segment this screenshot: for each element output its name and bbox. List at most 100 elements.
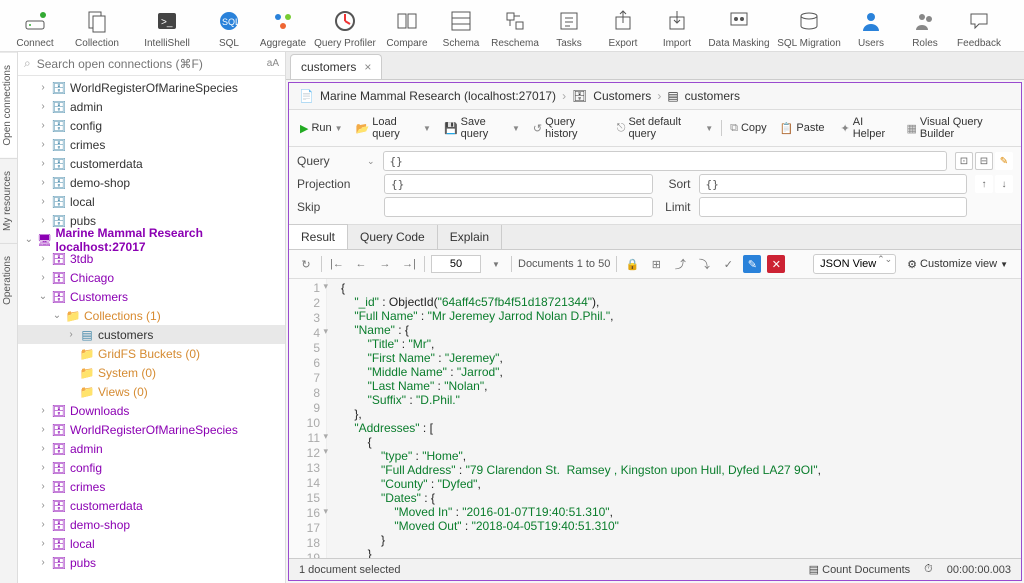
- tree-item[interactable]: ›🗄local: [18, 192, 285, 211]
- chevron-icon[interactable]: ›: [38, 215, 48, 226]
- data-masking-button[interactable]: Data Masking: [704, 6, 774, 49]
- tree-item[interactable]: ›▤customers: [18, 325, 285, 344]
- mark-icon[interactable]: ✓: [719, 255, 737, 273]
- lock-icon[interactable]: 🔒: [623, 255, 641, 273]
- add-doc-icon[interactable]: ⊞: [647, 255, 665, 273]
- chevron-icon[interactable]: ›: [38, 443, 48, 454]
- tree-item[interactable]: ›🗄config: [18, 116, 285, 135]
- chevron-icon[interactable]: ›: [38, 500, 48, 511]
- chevron-icon[interactable]: ›: [66, 329, 76, 340]
- users-button[interactable]: Users: [844, 6, 898, 49]
- result-tab-result[interactable]: Result: [289, 224, 348, 249]
- feedback-button[interactable]: Feedback: [952, 6, 1006, 49]
- tree-item[interactable]: ›🗄crimes: [18, 477, 285, 496]
- chevron-icon[interactable]: ⌄: [52, 310, 62, 321]
- sort-input[interactable]: [699, 174, 968, 194]
- chevron-icon[interactable]: ⌄: [24, 234, 34, 245]
- import-icon[interactable]: ⤵: [695, 255, 713, 273]
- chevron-icon[interactable]: ›: [38, 177, 48, 188]
- chevron-down-icon[interactable]: ⌄: [367, 156, 375, 167]
- chevron-icon[interactable]: ›: [38, 139, 48, 150]
- tree-item[interactable]: ›🗄admin: [18, 439, 285, 458]
- last-page-icon[interactable]: →|: [400, 255, 418, 273]
- bc-db[interactable]: Customers: [593, 89, 651, 103]
- tree-item[interactable]: ⌄📁Collections (1): [18, 306, 285, 325]
- result-tab-explain[interactable]: Explain: [438, 225, 502, 249]
- close-icon[interactable]: ×: [364, 60, 371, 74]
- tree-item[interactable]: 📁System (0): [18, 363, 285, 382]
- paste-button[interactable]: 📋Paste: [775, 120, 830, 137]
- projection-input[interactable]: [384, 174, 653, 194]
- query-opt1-icon[interactable]: ⊡: [955, 152, 973, 170]
- tree-item[interactable]: ›🗄customerdata: [18, 496, 285, 515]
- page-size-input[interactable]: [431, 255, 481, 273]
- bc-coll[interactable]: customers: [685, 89, 740, 103]
- count-documents-button[interactable]: ▤ Count Documents: [809, 563, 911, 576]
- query-history-button[interactable]: ↺Query history: [528, 114, 609, 142]
- connect-button[interactable]: Connect: [8, 6, 62, 49]
- set-default-query-button[interactable]: ⎋Set default query▼: [612, 114, 718, 142]
- edit-icon[interactable]: ✎: [743, 255, 761, 273]
- tree-item[interactable]: 📁Views (0): [18, 382, 285, 401]
- limit-input[interactable]: [699, 197, 968, 217]
- export-icon[interactable]: ⤴: [671, 255, 689, 273]
- chevron-icon[interactable]: ›: [38, 538, 48, 549]
- aggregate-button[interactable]: Aggregate: [256, 6, 310, 49]
- first-page-icon[interactable]: |←: [328, 255, 346, 273]
- reschema-button[interactable]: Reschema: [488, 6, 542, 49]
- chevron-icon[interactable]: ›: [38, 424, 48, 435]
- tab-customers[interactable]: customers ×: [290, 54, 382, 79]
- page-size-dropdown-icon[interactable]: ▼: [487, 255, 505, 273]
- result-tab-query-code[interactable]: Query Code: [348, 225, 438, 249]
- chevron-icon[interactable]: ›: [38, 158, 48, 169]
- chevron-icon[interactable]: ›: [38, 120, 48, 131]
- next-page-icon[interactable]: →: [376, 255, 394, 273]
- query-profiler-button[interactable]: Query Profiler: [310, 6, 380, 49]
- collection-button[interactable]: Collection: [62, 6, 132, 49]
- side-tab-operations[interactable]: Operations: [0, 243, 17, 317]
- bc-server[interactable]: Marine Mammal Research (localhost:27017): [320, 89, 556, 103]
- copy-button[interactable]: ⧉Copy: [725, 120, 772, 137]
- side-tab-my-resources[interactable]: My resources: [0, 158, 17, 243]
- prev-page-icon[interactable]: ←: [352, 255, 370, 273]
- side-tab-open-connections[interactable]: Open connections: [0, 52, 17, 158]
- tree-item[interactable]: ›🗄crimes: [18, 135, 285, 154]
- tree-item[interactable]: ›🗄demo-shop: [18, 173, 285, 192]
- refresh-icon[interactable]: ↻: [297, 255, 315, 273]
- sort-asc-icon[interactable]: ↑: [975, 175, 993, 193]
- chevron-icon[interactable]: ›: [38, 253, 48, 264]
- schema-button[interactable]: Schema: [434, 6, 488, 49]
- roles-button[interactable]: Roles: [898, 6, 952, 49]
- sort-desc-icon[interactable]: ↓: [995, 175, 1013, 193]
- tree-item[interactable]: ›🗄Downloads: [18, 401, 285, 420]
- chevron-icon[interactable]: ›: [38, 82, 48, 93]
- query-opt2-icon[interactable]: ⊟: [975, 152, 993, 170]
- tree-item[interactable]: 📁GridFS Buckets (0): [18, 344, 285, 363]
- tree-item[interactable]: ⌄🗄Customers: [18, 287, 285, 306]
- chevron-icon[interactable]: ›: [38, 405, 48, 416]
- chevron-icon[interactable]: ›: [38, 481, 48, 492]
- search-input[interactable]: [37, 57, 261, 71]
- customize-view-button[interactable]: ⚙Customize view▼: [902, 256, 1013, 273]
- chevron-icon[interactable]: ›: [38, 101, 48, 112]
- export-button[interactable]: Export: [596, 6, 650, 49]
- run-button[interactable]: ▶Run▼: [295, 120, 348, 137]
- chevron-icon[interactable]: ›: [38, 557, 48, 568]
- chevron-icon[interactable]: ›: [38, 272, 48, 283]
- tree-item[interactable]: ›🗄admin: [18, 97, 285, 116]
- compare-button[interactable]: Compare: [380, 6, 434, 49]
- delete-icon[interactable]: ✕: [767, 255, 785, 273]
- tree-item[interactable]: ›🗄local: [18, 534, 285, 553]
- sql-migration-button[interactable]: SQL Migration: [774, 6, 844, 49]
- query-input[interactable]: [383, 151, 947, 171]
- skip-input[interactable]: [384, 197, 653, 217]
- chevron-icon[interactable]: ›: [38, 462, 48, 473]
- sql-button[interactable]: SQLSQL: [202, 6, 256, 49]
- tree-item[interactable]: ⌄🖥Marine Mammal Research localhost:27017: [18, 230, 285, 249]
- tree-item[interactable]: ›🗄WorldRegisterOfMarineSpecies: [18, 78, 285, 97]
- tree-item[interactable]: ›🗄pubs: [18, 553, 285, 572]
- save-query-button[interactable]: 💾Save query▼: [439, 114, 525, 142]
- chevron-icon[interactable]: ›: [38, 196, 48, 207]
- search-case-toggle[interactable]: aA: [267, 58, 279, 69]
- tree-item[interactable]: ›🗄config: [18, 458, 285, 477]
